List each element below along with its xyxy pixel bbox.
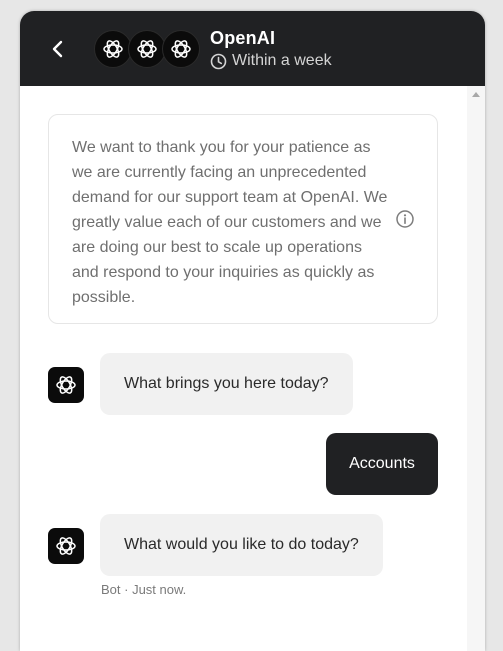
message-meta: Bot · Just now. <box>101 582 187 597</box>
bot-message: What brings you here today? <box>100 353 353 415</box>
response-time-label: Within a week <box>232 52 332 69</box>
clock-icon <box>210 53 227 69</box>
agent-avatars <box>94 30 204 68</box>
openai-logo-icon <box>56 537 76 555</box>
openai-logo-icon <box>171 40 191 58</box>
notice-text: We want to thank you for your patience a… <box>72 139 388 306</box>
openai-logo-icon <box>103 40 123 58</box>
bot-avatar <box>48 367 84 403</box>
scrollbar[interactable] <box>467 86 485 651</box>
chat-title: OpenAI <box>210 28 276 48</box>
openai-logo-icon <box>137 40 157 58</box>
chevron-left-icon <box>52 40 63 58</box>
notice-card: We want to thank you for your patience a… <box>48 114 438 324</box>
conversation: We want to thank you for your patience a… <box>20 86 485 651</box>
response-time: Within a week <box>210 51 332 71</box>
openai-logo-icon <box>56 376 76 394</box>
back-button[interactable] <box>44 35 72 63</box>
agent-avatar <box>162 30 200 68</box>
user-message: Accounts <box>326 433 438 495</box>
chat-widget: OpenAI Within a week We want to thank yo… <box>20 11 485 651</box>
info-icon[interactable] <box>395 209 415 229</box>
agent-avatar <box>128 30 166 68</box>
scroll-up-arrow-icon[interactable] <box>472 92 480 97</box>
bot-avatar <box>48 528 84 564</box>
chat-header: OpenAI Within a week <box>20 11 485 86</box>
bot-message: What would you like to do today? <box>100 514 383 576</box>
agent-avatar <box>94 30 132 68</box>
